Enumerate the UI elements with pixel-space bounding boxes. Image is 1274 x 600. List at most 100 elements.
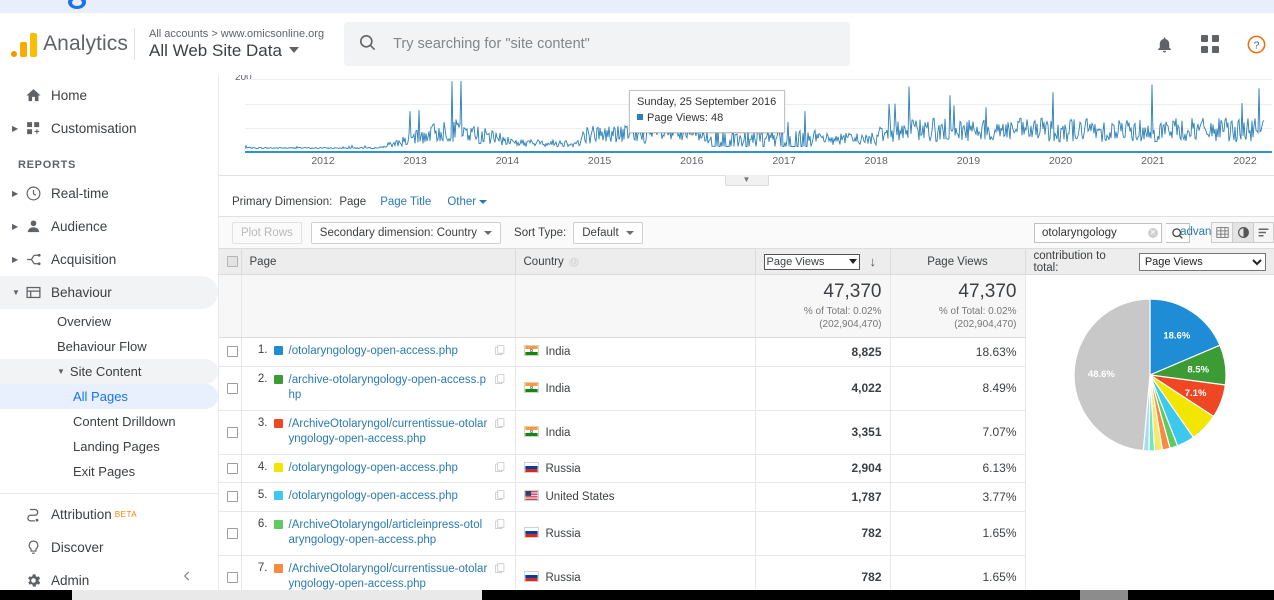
select-all-cell[interactable] <box>219 248 242 275</box>
expand-arrow-icon[interactable]: ▶ <box>12 189 25 198</box>
sidebar-item-behaviour[interactable]: ▼ Behaviour <box>0 276 218 309</box>
row-checkbox-cell[interactable] <box>219 511 242 556</box>
pie-chart[interactable]: 18.6% 8.5% 7.1% 48.6% <box>1034 281 1267 468</box>
col-metric-select[interactable]: Page Views ↓ <box>755 248 891 275</box>
taskbar-window-1[interactable] <box>72 590 482 600</box>
apps-grid-icon[interactable] <box>1198 32 1222 56</box>
bar-view-icon[interactable] <box>1253 222 1274 243</box>
row-checkbox[interactable] <box>227 491 238 503</box>
expand-arrow-icon[interactable]: ▶ <box>12 255 25 264</box>
header-divider <box>134 28 135 60</box>
page-link[interactable]: /ArchiveOtolaryngol/currentissue-otolary… <box>289 562 489 593</box>
pie-slice-label: 48.6% <box>1088 369 1115 380</box>
totals-value: 47,370 <box>958 281 1017 302</box>
sidebar: Home ▶ Customisation REPORTS ▶ Real-time… <box>0 75 219 600</box>
row-checkbox-cell[interactable] <box>219 366 242 411</box>
sidebar-item-audience[interactable]: ▶ Audience <box>0 210 218 243</box>
page-link[interactable]: /otolaryngology-open-access.php <box>289 461 489 477</box>
sidebar-item-attribution[interactable]: Attribution BETA <box>0 498 218 531</box>
collapse-arrow-icon[interactable]: ▼ <box>57 367 65 376</box>
account-selector[interactable]: All accounts > www.omicsonline.org All Web… <box>149 28 324 60</box>
table-search-input[interactable] <box>1040 226 1148 240</box>
page-link[interactable]: /archive-otolaryngology-open-access.php <box>289 373 489 404</box>
metric-dropdown[interactable]: Page Views <box>763 253 860 270</box>
chart-expand-handle[interactable]: ▼ <box>724 175 769 186</box>
primary-dimension-page-title[interactable]: Page Title <box>380 196 431 208</box>
breadcrumb-accounts: All accounts <box>149 27 209 40</box>
table-view-icon[interactable] <box>1211 222 1232 243</box>
search-input[interactable] <box>391 35 837 53</box>
page-link[interactable]: /ArchiveOtolaryngol/currentissue-otolary… <box>289 417 489 448</box>
sidebar-item-content-drilldown[interactable]: Content Drilldown <box>0 409 218 434</box>
open-in-new-icon[interactable] <box>494 417 507 432</box>
help-icon[interactable]: ? <box>1244 32 1268 56</box>
timeline-chart[interactable]: 200 Sunday, 25 September 2016 Page Views… <box>231 75 1272 153</box>
country-flag-icon <box>523 490 539 502</box>
sidebar-item-behaviour-flow[interactable]: Behaviour Flow <box>0 334 218 359</box>
sidebar-item-customisation[interactable]: ▶ Customisation <box>0 112 218 145</box>
expand-arrow-icon[interactable]: ▶ <box>12 124 25 133</box>
page-link[interactable]: /ArchiveOtolaryngol/articleinpress-otola… <box>289 518 489 549</box>
collapse-sidebar-button[interactable] <box>180 569 194 586</box>
open-in-new-icon[interactable] <box>494 490 507 504</box>
row-page-cell: 1. /otolaryngology-open-access.php <box>241 337 516 367</box>
page-link[interactable]: /otolaryngology-open-access.php <box>289 489 489 505</box>
primary-dimension-other[interactable]: Other <box>447 196 476 208</box>
sidebar-item-real-time[interactable]: ▶ Real-time <box>0 177 218 210</box>
global-search[interactable] <box>344 22 851 66</box>
beta-badge: BETA <box>114 510 138 519</box>
select-all-checkbox[interactable] <box>227 256 238 267</box>
page-link[interactable]: /otolaryngology-open-access.php <box>289 344 489 360</box>
open-in-new-icon[interactable] <box>494 461 507 476</box>
search-icon <box>358 33 377 55</box>
sort-type-button[interactable]: Default <box>573 221 643 244</box>
row-checkbox[interactable] <box>227 527 238 539</box>
row-checkbox-cell[interactable] <box>219 410 242 455</box>
pie-view-icon[interactable] <box>1232 222 1253 243</box>
row-checkbox-cell[interactable] <box>219 337 242 367</box>
sort-descending-icon[interactable]: ↓ <box>870 254 877 269</box>
primary-dimension-page[interactable]: Page <box>339 196 366 221</box>
sidebar-item-acquisition[interactable]: ▶ Acquisition <box>0 243 218 276</box>
sidebar-item-landing-pages[interactable]: Landing Pages <box>0 434 218 459</box>
series-color-swatch <box>273 418 283 428</box>
row-checkbox[interactable] <box>227 426 238 438</box>
row-index: 7. <box>257 561 268 574</box>
sidebar-item-overview[interactable]: Overview <box>0 309 218 334</box>
expand-arrow-icon[interactable]: ▶ <box>12 222 25 231</box>
row-checkbox[interactable] <box>227 346 238 358</box>
row-index: 5. <box>257 489 268 502</box>
open-in-new-icon[interactable] <box>494 518 507 533</box>
bell-icon[interactable] <box>1152 32 1176 56</box>
chevron-down-icon[interactable] <box>479 200 488 204</box>
info-icon[interactable]: ⓘ <box>568 256 579 267</box>
open-in-new-icon[interactable] <box>494 562 507 577</box>
analytics-bars-icon <box>10 31 37 57</box>
open-in-new-icon[interactable] <box>494 345 507 359</box>
sidebar-item-discover[interactable]: Discover <box>0 531 218 564</box>
col-page[interactable]: Page <box>241 248 516 275</box>
plot-rows-button[interactable]: Plot Rows <box>232 221 302 244</box>
row-checkbox-cell[interactable] <box>219 482 242 512</box>
row-checkbox[interactable] <box>227 382 238 394</box>
collapse-arrow-icon[interactable]: ▼ <box>12 288 25 297</box>
view-name-row[interactable]: All Web Site Data <box>149 41 324 61</box>
row-page-cell: 2. /archive-otolaryngology-open-access.ph… <box>241 366 516 411</box>
country-flag-icon <box>523 425 539 437</box>
col-country[interactable]: Country ⓘ <box>515 248 756 275</box>
clear-icon[interactable]: ✕ <box>1148 228 1158 238</box>
row-checkbox[interactable] <box>227 571 238 583</box>
col-page-views[interactable]: Page Views <box>890 248 1026 275</box>
row-checkbox-cell[interactable] <box>219 454 242 484</box>
sidebar-item-site-content[interactable]: ▼ Site Content <box>0 359 218 384</box>
secondary-dimension-button[interactable]: Secondary dimension: Country <box>310 221 502 244</box>
open-in-new-icon[interactable] <box>494 373 507 388</box>
sidebar-item-exit-pages[interactable]: Exit Pages <box>0 459 218 484</box>
analytics-logo-area[interactable]: Analytics <box>0 31 128 57</box>
sidebar-item-all-pages[interactable]: All Pages <box>0 384 218 409</box>
contribution-select[interactable]: Page Views <box>1138 252 1266 271</box>
table-search-box[interactable]: ✕ <box>1034 223 1162 243</box>
taskbar-window-2[interactable] <box>1080 590 1128 600</box>
sidebar-item-home[interactable]: Home <box>0 79 218 112</box>
row-checkbox[interactable] <box>227 462 238 474</box>
